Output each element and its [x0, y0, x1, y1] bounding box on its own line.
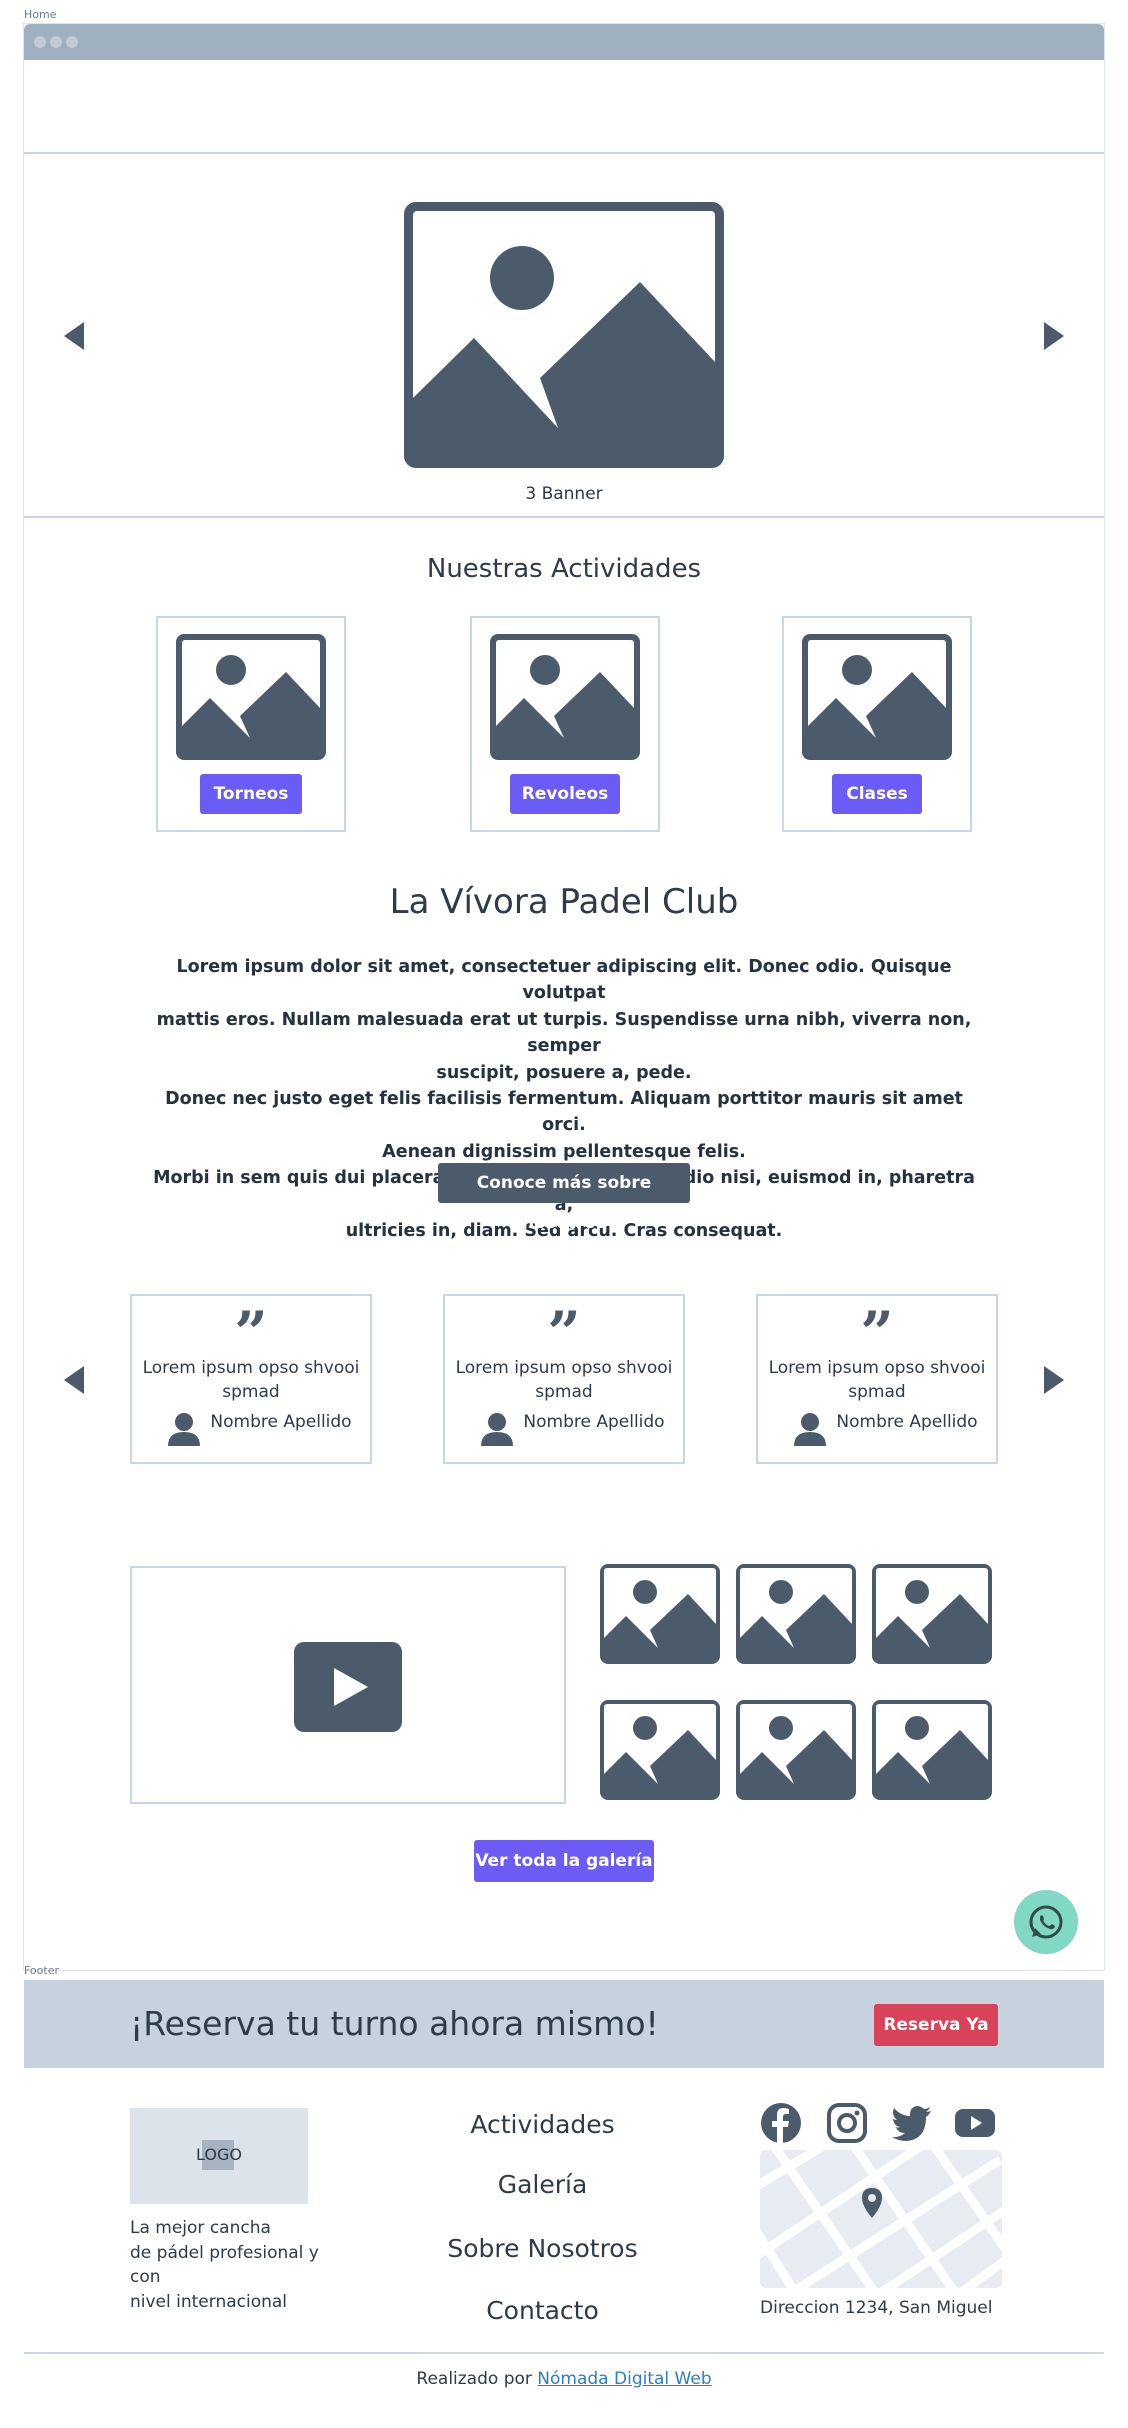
testimonial-card: ” Lorem ipsum opso shvooi spmad Nombre A…: [130, 1294, 372, 1464]
about-more-button[interactable]: Conoce más sobre nosotros: [438, 1163, 690, 1233]
instagram-icon[interactable]: [826, 2102, 868, 2144]
footer-description-line: La mejor cancha: [130, 2218, 271, 2238]
footer-credit: Realizado por Nómada Digital Web: [24, 2352, 1104, 2404]
whatsapp-icon: [1029, 1905, 1063, 1939]
activity-image: [802, 634, 952, 760]
footer-address: Direccion 1234, San Miguel: [760, 2298, 993, 2318]
image-placeholder-icon: [604, 1704, 716, 1796]
activity-button-revoleos[interactable]: Revoleos: [510, 774, 620, 814]
testimonial-author: Nombre Apellido: [836, 1412, 978, 1432]
footer-cta-text: ¡Reserva tu turno ahora mismo!: [130, 2004, 659, 2043]
about-line: suscipit, posuere a, pede.: [436, 1062, 692, 1083]
activity-button-torneos[interactable]: Torneos: [200, 774, 302, 814]
gallery-thumb[interactable]: [600, 1700, 720, 1800]
quote-icon: ”: [860, 1299, 894, 1367]
image-placeholder-icon: [740, 1704, 852, 1796]
gallery-thumb[interactable]: [872, 1700, 992, 1800]
about-line: Aenean dignissim pellentesque felis.: [382, 1141, 746, 1162]
gallery-button[interactable]: Ver toda la galería: [474, 1840, 654, 1882]
activity-image: [490, 634, 640, 760]
footer-logo: LOGO: [130, 2108, 308, 2204]
footer-description-line: de pádel profesional y con: [130, 2242, 319, 2288]
activities-title: Nuestras Actividades: [426, 554, 702, 584]
map-grid: [760, 2150, 1002, 2288]
footer-description-line: nivel internacional: [130, 2291, 288, 2312]
about-line: Lorem ipsum dolor sit amet, consectetuer…: [176, 957, 952, 1004]
twitter-icon[interactable]: [890, 2102, 932, 2144]
testimonial-card: ” Lorem ipsum opso shvooi spmad Nombre A…: [756, 1294, 998, 1464]
footer-link-sobre-nosotros[interactable]: Sobre Nosotros: [420, 2234, 665, 2263]
testimonial-author: Nombre Apellido: [210, 1412, 352, 1432]
frame-label-home: Home: [24, 8, 57, 21]
arrow-left-icon[interactable]: [64, 1366, 84, 1394]
testimonial-text: Lorem ipsum opso shvooi spmad: [142, 1358, 360, 1402]
whatsapp-button[interactable]: [1014, 1890, 1078, 1954]
image-placeholder-icon: [604, 1568, 716, 1660]
image-placeholder-icon: [413, 211, 715, 459]
credit-link[interactable]: Nómada Digital Web: [537, 2369, 711, 2389]
gallery-thumb[interactable]: [736, 1564, 856, 1664]
youtube-icon[interactable]: [954, 2102, 996, 2144]
arrow-right-icon[interactable]: [1044, 1366, 1064, 1394]
banner-image: [404, 202, 724, 468]
footer-link-contacto[interactable]: Contacto: [420, 2296, 665, 2325]
window-dot: [34, 36, 46, 48]
testimonial-card: ” Lorem ipsum opso shvooi spmad Nombre A…: [443, 1294, 685, 1464]
gallery-thumb[interactable]: [736, 1700, 856, 1800]
play-triangle: [334, 1668, 368, 1706]
facebook-icon[interactable]: [760, 2102, 802, 2144]
activity-image: [176, 634, 326, 760]
testimonial-text: Lorem ipsum opso shvooi spmad: [455, 1358, 673, 1402]
about-title: La Vívora Padel Club: [389, 882, 739, 922]
image-placeholder-icon: [740, 1568, 852, 1660]
about-line: mattis eros. Nullam malesuada erat ut tu…: [156, 1009, 972, 1057]
video-player[interactable]: [130, 1566, 566, 1804]
quote-icon: ”: [547, 1299, 581, 1367]
credit-prefix: Realizado por: [416, 2369, 532, 2389]
image-placeholder-icon: [182, 640, 320, 754]
footer-cta-band: ¡Reserva tu turno ahora mismo! Reserva Y…: [24, 1980, 1104, 2068]
arrow-left-icon[interactable]: [64, 322, 84, 350]
reserve-button[interactable]: Reserva Ya: [874, 2004, 998, 2046]
window-dot: [66, 36, 78, 48]
arrow-right-icon[interactable]: [1044, 322, 1064, 350]
frame-label-footer: Footer: [24, 1964, 59, 1977]
image-placeholder-icon: [496, 640, 634, 754]
browser-bar: [24, 24, 1104, 60]
testimonial-text: Lorem ipsum opso shvooi spmad: [768, 1358, 986, 1402]
about-line: Donec nec justo eget felis facilisis fer…: [165, 1089, 963, 1136]
image-placeholder-icon: [876, 1704, 988, 1796]
gallery-thumb[interactable]: [872, 1564, 992, 1664]
testimonial-author: Nombre Apellido: [523, 1412, 665, 1432]
footer-description: La mejor cancha de pádel profesional y c…: [130, 2216, 350, 2314]
image-placeholder-icon: [808, 640, 946, 754]
gallery-thumb[interactable]: [600, 1564, 720, 1664]
window-dot: [50, 36, 62, 48]
image-placeholder-icon: [876, 1568, 988, 1660]
play-icon[interactable]: [294, 1642, 402, 1732]
footer-link-actividades[interactable]: Actividades: [420, 2110, 665, 2139]
quote-icon: ”: [234, 1299, 268, 1367]
map-pin-icon: [862, 2188, 882, 2218]
banner-caption: 3 Banner: [525, 484, 603, 504]
activity-button-clases[interactable]: Clases: [832, 774, 922, 814]
map[interactable]: [760, 2150, 1002, 2288]
footer-link-galeria[interactable]: Galería: [420, 2170, 665, 2199]
logo-text: LOGO: [196, 2145, 242, 2164]
